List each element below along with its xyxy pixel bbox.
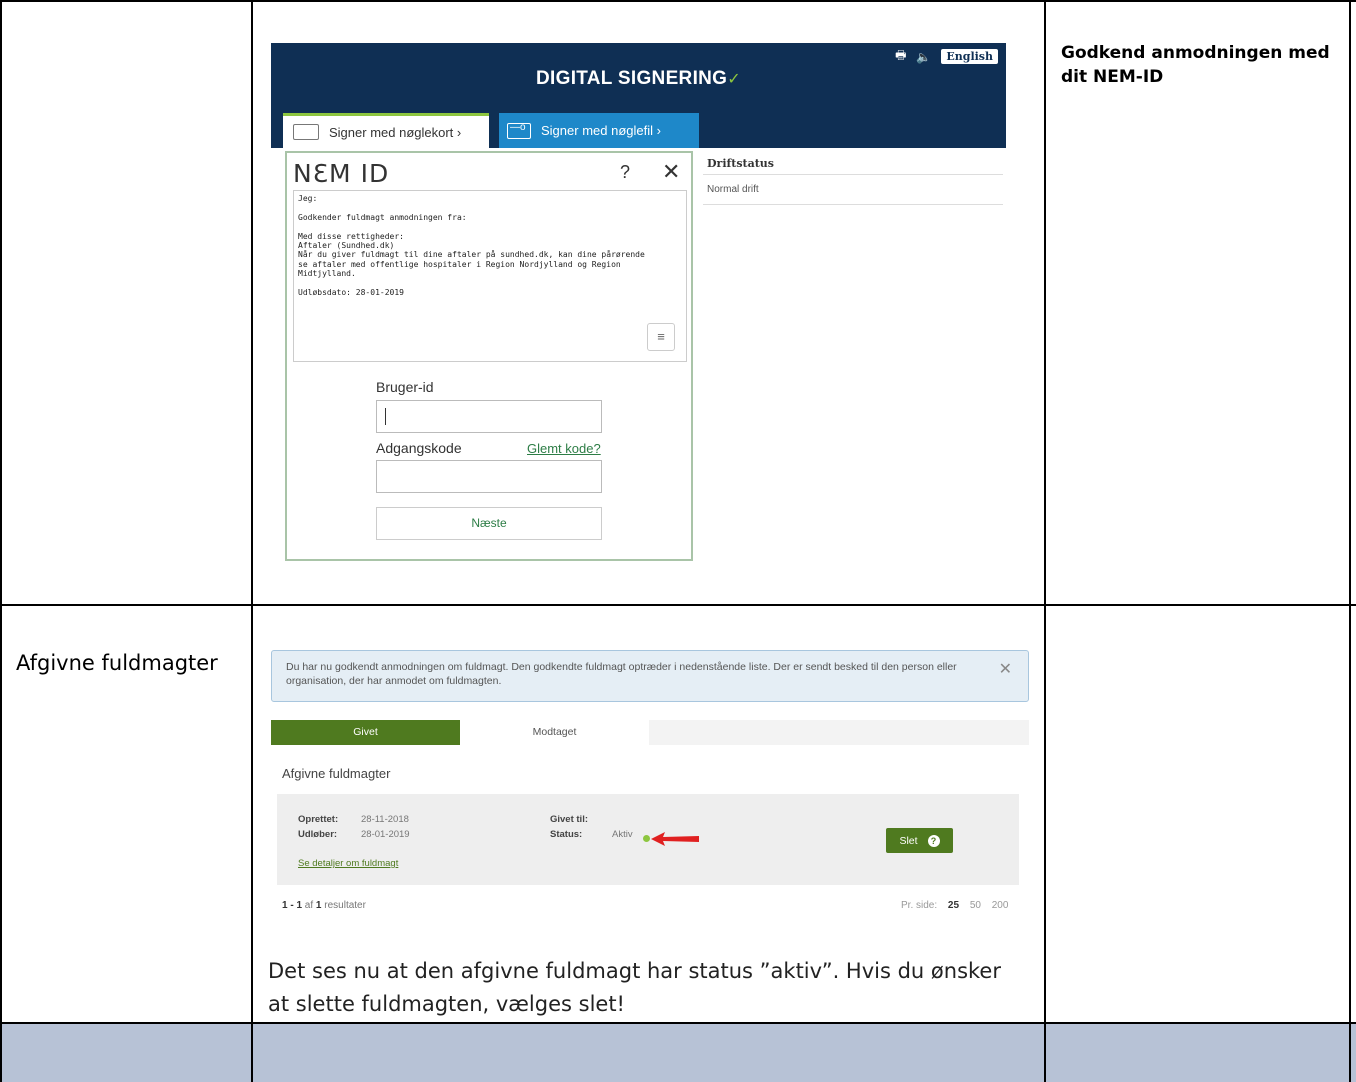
- empty-footer-row: [0, 1023, 1356, 1082]
- details-link[interactable]: Se detaljer om fuldmagt: [298, 858, 398, 869]
- message-line: [298, 222, 682, 231]
- keycard-icon: [293, 124, 319, 140]
- next-button[interactable]: Næste: [376, 507, 602, 540]
- message-line: [298, 203, 682, 212]
- tab-keycard-label: Signer med nøglekort ›: [329, 124, 462, 140]
- arrow-left-icon: [651, 832, 699, 846]
- list-title: Afgivne fuldmagter: [282, 766, 391, 781]
- message-line: Midtjylland.: [298, 269, 356, 279]
- per-page-option[interactable]: 25: [948, 900, 959, 911]
- alert-text: Du har nu godkendt anmodningen om fuldma…: [286, 661, 957, 687]
- header-tools: 🖶 🔈 English: [895, 46, 998, 67]
- password-field[interactable]: [376, 460, 602, 493]
- expires-value: 28-01-2019: [361, 829, 410, 840]
- tab-received[interactable]: Modtaget: [460, 720, 649, 745]
- table-row-divider: [0, 604, 1356, 606]
- success-alert: Du har nu godkendt anmodningen om fuldma…: [271, 650, 1029, 702]
- drift-status-title: Driftstatus: [707, 157, 774, 170]
- signing-title-text: DIGITAL SIGNERING: [536, 68, 728, 89]
- status-value: Aktiv: [612, 829, 633, 840]
- signing-header: 🖶 🔈 English DIGITAL SIGNERING✓ Signer me…: [271, 43, 1006, 148]
- checkmark-icon: ✓: [727, 71, 741, 88]
- message-line: se aftaler med offentlige hospitaler i R…: [298, 259, 621, 269]
- row-label: Afgivne fuldmagter: [16, 651, 218, 675]
- divider: [703, 204, 1003, 205]
- message-line: Når du giver fuldmagt til dine aftaler p…: [298, 250, 645, 260]
- tab-bar: Givet Modtaget: [271, 720, 1029, 745]
- user-id-label: Bruger-id: [376, 379, 434, 395]
- delete-button-label: Slet: [899, 834, 918, 847]
- results-suffix: resultater: [321, 900, 366, 911]
- tab-keycard[interactable]: Signer med nøglekort ›: [283, 113, 489, 148]
- tab-keyfile-label: Signer med nøglefil ›: [541, 123, 661, 138]
- step-title: Godkend anmodningen med dit NEM-ID: [1061, 43, 1330, 87]
- user-id-field[interactable]: [376, 400, 602, 433]
- message-line: Jeg:: [298, 194, 318, 203]
- per-page-option[interactable]: 50: [970, 900, 981, 911]
- language-button[interactable]: English: [941, 49, 998, 64]
- nemid-dialog: NƐM ID ? ✕ Jeg: Godkender fuldmagt anmod…: [285, 151, 693, 561]
- help-icon[interactable]: ?: [620, 162, 630, 183]
- table-row-divider: [0, 1022, 1356, 1024]
- table-border-right: [1349, 0, 1351, 1082]
- created-label: Oprettet:: [298, 814, 339, 825]
- divider: [703, 174, 1003, 175]
- results-count: 1 - 1 af 1 resultater: [282, 900, 366, 911]
- message-line: [298, 279, 682, 288]
- given-to-label: Givet til:: [550, 814, 589, 825]
- nemid-logo: NƐM ID: [293, 159, 390, 188]
- status-label: Status:: [550, 829, 583, 840]
- menu-icon[interactable]: ≡: [647, 323, 675, 351]
- step-description: Det ses nu at den afgivne fuldmagt har s…: [268, 959, 1001, 1016]
- expires-label: Udløber:: [298, 829, 338, 840]
- drift-status-value: Normal drift: [707, 184, 759, 195]
- created-value: 28-11-2018: [361, 814, 409, 825]
- speaker-icon[interactable]: 🔈: [916, 50, 931, 64]
- signing-message: Jeg: Godkender fuldmagt anmodningen fra:…: [293, 190, 687, 362]
- text-cursor: [385, 408, 386, 425]
- table-border-left: [0, 0, 2, 1082]
- delete-button[interactable]: Slet ?: [886, 828, 953, 853]
- message-line: Udløbsdato: 28-01-2019: [298, 288, 404, 298]
- message-line: Godkender fuldmagt anmodningen fra:: [298, 212, 467, 222]
- table-column-divider: [1044, 0, 1046, 1082]
- signing-title: DIGITAL SIGNERING✓: [271, 68, 1006, 90]
- keyfile-icon: [507, 122, 531, 139]
- tab-keyfile[interactable]: Signer med nøglefil ›: [499, 113, 699, 148]
- table-column-divider: [251, 0, 253, 1082]
- message-line: Med disse rettigheder:: [298, 231, 404, 241]
- power-of-attorney-item: Oprettet: 28-11-2018 Udløber: 28-01-2019…: [277, 794, 1019, 885]
- results-of: af: [302, 900, 316, 911]
- per-page-label: Pr. side:: [901, 900, 938, 911]
- close-icon[interactable]: ✕: [999, 662, 1012, 678]
- question-icon[interactable]: ?: [927, 834, 940, 847]
- forgot-password-link[interactable]: Glemt kode?: [527, 441, 601, 456]
- status-dot: [643, 835, 650, 842]
- per-page-selector: Pr. side: 25 50 200: [901, 900, 1008, 911]
- results-range: 1 - 1: [282, 900, 303, 911]
- print-icon[interactable]: 🖶: [895, 46, 906, 67]
- password-label: Adgangskode: [376, 440, 462, 456]
- tab-given[interactable]: Givet: [271, 720, 460, 745]
- close-icon[interactable]: ✕: [662, 159, 680, 185]
- table-border-top: [0, 0, 1356, 2]
- per-page-option[interactable]: 200: [992, 900, 1009, 911]
